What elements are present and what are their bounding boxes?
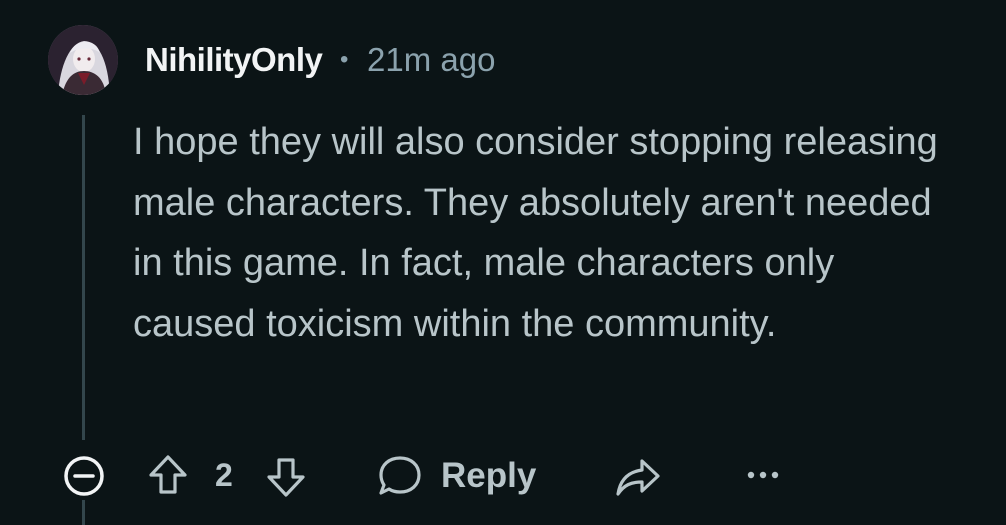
speech-bubble-icon [379, 456, 421, 495]
timestamp: 21m ago [367, 41, 496, 78]
thread-line[interactable] [82, 115, 85, 440]
comment: NihilityOnly • 21m ago I hope they will … [0, 0, 1006, 525]
reply-label: Reply [441, 456, 537, 495]
collapse-thread-icon[interactable] [62, 454, 106, 498]
ellipsis-icon[interactable] [745, 463, 781, 487]
reply-button[interactable]: Reply [372, 448, 542, 504]
username[interactable]: NihilityOnly [145, 38, 323, 82]
meta-separator: • [340, 46, 349, 73]
vote-score: 2 [215, 457, 233, 493]
comment-body: I hope they will also consider stopping … [133, 121, 938, 345]
avatar-image [48, 25, 118, 95]
user-avatar[interactable] [48, 25, 118, 95]
comment-actions: 2 Reply [0, 445, 1006, 505]
share-arrow-icon[interactable] [612, 451, 664, 503]
downvote-arrow-icon[interactable] [263, 454, 309, 500]
upvote-arrow-icon[interactable] [145, 452, 191, 498]
